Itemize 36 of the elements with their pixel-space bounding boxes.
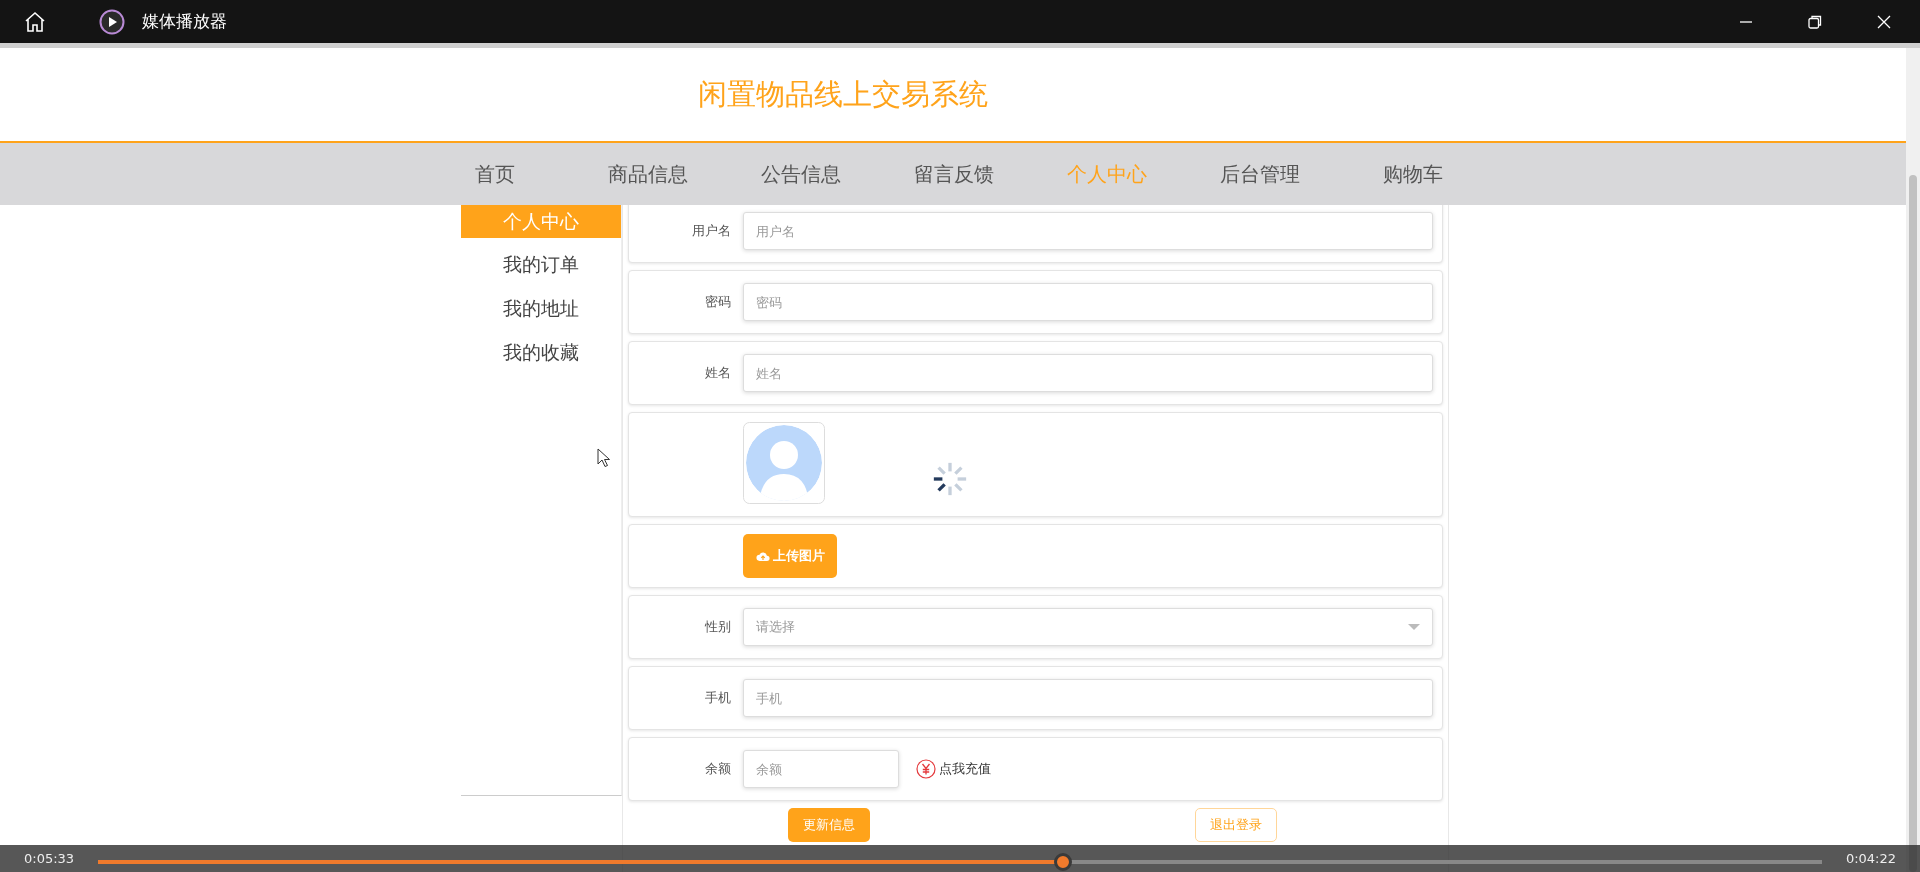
seek-handle[interactable] (1054, 852, 1073, 871)
elapsed-time: 0:05:33 (24, 851, 75, 866)
nav-item[interactable]: 留言反馈 (877, 160, 1030, 188)
restore-icon[interactable] (1807, 13, 1823, 30)
sidebar-item[interactable]: 我的收藏 (461, 330, 621, 374)
nav-item[interactable]: 公告信息 (724, 160, 877, 188)
window-title: 媒体播放器 (142, 10, 227, 33)
play-icon (99, 8, 125, 35)
input-field[interactable]: 手机 (743, 679, 1433, 717)
caret-icon (1408, 623, 1420, 631)
input-field[interactable]: 用户名 (743, 212, 1433, 250)
recharge-link[interactable]: 点我充值 (939, 760, 991, 778)
close-icon[interactable] (1876, 13, 1892, 30)
remaining-time: 0:04:22 (1845, 851, 1896, 866)
cursor-icon (597, 448, 611, 468)
select-field[interactable]: 请选择 (743, 608, 1433, 646)
sidebar-item[interactable]: 我的地址 (461, 286, 621, 330)
field-label: 手机 (704, 689, 732, 707)
input-field[interactable]: 姓名 (743, 354, 1433, 392)
nav-item[interactable]: 购物车 (1336, 160, 1489, 188)
cloud-upload-icon (755, 550, 770, 562)
field-label: 密码 (704, 293, 732, 311)
field-label: 余额 (704, 760, 732, 778)
field-label: 用户名 (691, 222, 732, 240)
nav-item[interactable]: 后台管理 (1183, 160, 1336, 188)
input-field[interactable]: 余额 (743, 750, 899, 788)
nav-item[interactable]: 商品信息 (571, 160, 724, 188)
field-label: 性别 (704, 618, 732, 636)
nav-item[interactable]: 首页 (418, 160, 571, 188)
yen-icon (916, 759, 936, 779)
sidebar-item[interactable]: 我的订单 (461, 242, 621, 286)
home-icon[interactable] (23, 9, 47, 34)
seek-bar[interactable] (98, 852, 1822, 871)
site-title: 闲置物品线上交易系统 (698, 75, 988, 113)
field-label: 姓名 (704, 364, 732, 382)
input-field[interactable]: 密码 (743, 283, 1433, 321)
